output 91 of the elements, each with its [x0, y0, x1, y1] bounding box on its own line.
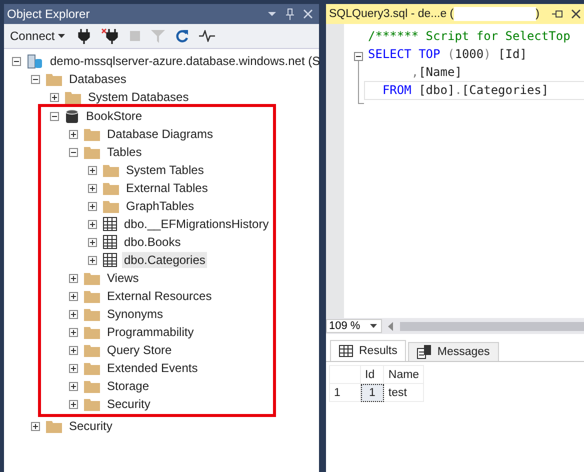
tree-item[interactable]: GraphTables	[124, 198, 196, 214]
tree-item[interactable]: Security	[67, 418, 114, 434]
folder-icon	[84, 325, 100, 339]
tree-item[interactable]: Synonyms	[105, 306, 166, 322]
expand-icon[interactable]	[69, 346, 78, 354]
expand-icon[interactable]	[88, 166, 97, 174]
expand-icon[interactable]	[88, 184, 97, 192]
close-icon[interactable]	[571, 9, 582, 19]
folder-icon	[84, 271, 100, 285]
expand-icon[interactable]	[69, 274, 78, 282]
collapse-icon[interactable]	[31, 74, 40, 84]
panel-title: Object Explorer	[7, 7, 90, 21]
folder-icon	[84, 145, 100, 159]
expand-icon[interactable]	[88, 220, 97, 228]
tree-item[interactable]: BookStore	[84, 108, 144, 124]
table-cell[interactable]: test	[384, 384, 424, 402]
folder-icon	[103, 163, 119, 177]
code-comment: /****** Script for SelectTop	[368, 29, 570, 43]
tree-item[interactable]: System Databases	[86, 89, 191, 105]
code-line: SELECT TOP (1000) [Id]	[368, 47, 527, 61]
results-tab[interactable]: Results	[330, 340, 406, 361]
table-icon	[103, 253, 117, 267]
tab-title[interactable]: SQLQuery3.sql - de...e (	[329, 8, 454, 20]
tree-item[interactable]: Query Store	[105, 342, 174, 358]
collapse-icon[interactable]	[354, 52, 363, 61]
code-line: FROM [dbo].[Categories]	[382, 83, 549, 97]
folder-icon	[84, 397, 100, 411]
tree-item[interactable]: dbo.Categories	[122, 252, 208, 268]
expand-icon[interactable]	[69, 364, 78, 372]
expand-icon[interactable]	[88, 202, 97, 210]
collapse-icon[interactable]	[12, 56, 21, 66]
folder-icon	[84, 343, 100, 357]
expand-icon[interactable]	[69, 292, 78, 300]
column-header[interactable]: Name	[384, 366, 424, 384]
tree-item[interactable]: dbo.Books	[122, 234, 183, 250]
folder-icon	[84, 307, 100, 321]
expand-icon[interactable]	[88, 256, 97, 264]
connect-button[interactable]: Connect	[10, 29, 65, 43]
caret-icon[interactable]	[58, 34, 65, 38]
caret-icon[interactable]	[370, 324, 377, 328]
code-line: ,[Name]	[411, 65, 462, 79]
folder-icon	[65, 90, 81, 104]
table-cell[interactable]: 1	[360, 384, 384, 402]
expand-icon[interactable]	[88, 238, 97, 246]
folder-icon	[103, 199, 119, 213]
scrollbar[interactable]	[400, 322, 584, 330]
tree-item[interactable]: Security	[105, 396, 152, 412]
table-icon	[103, 217, 117, 231]
expand-icon[interactable]	[69, 400, 78, 408]
tree-item[interactable]: Database Diagrams	[105, 126, 216, 142]
folder-icon	[103, 181, 119, 195]
expand-icon[interactable]	[69, 382, 78, 390]
plug-icon[interactable]	[76, 28, 91, 44]
folder-icon	[84, 127, 100, 141]
folder-icon	[84, 289, 100, 303]
tree-item[interactable]: Programmability	[105, 324, 196, 340]
scroll-left-icon[interactable]	[388, 322, 394, 330]
expand-icon[interactable]	[69, 328, 78, 336]
activity-icon[interactable]	[198, 30, 215, 42]
tree-item[interactable]: Tables	[105, 144, 144, 160]
expand-icon[interactable]	[69, 130, 78, 138]
folder-icon	[84, 379, 100, 393]
expand-icon[interactable]	[69, 310, 78, 318]
folder-icon	[46, 419, 62, 433]
column-header[interactable]: Id	[360, 366, 384, 384]
tree-item[interactable]: External Resources	[105, 288, 214, 304]
messages-icon[interactable]	[417, 345, 432, 359]
tree-item[interactable]: Extended Events	[105, 360, 200, 376]
results-tab[interactable]: Messages	[408, 342, 499, 361]
disconnect-icon[interactable]	[100, 28, 119, 44]
tree-item[interactable]: dbo.__EFMigrationsHistory	[122, 216, 271, 232]
folder-icon	[46, 72, 62, 86]
tree-item[interactable]: System Tables	[124, 162, 206, 178]
refresh-icon[interactable]	[174, 29, 189, 43]
expand-icon[interactable]	[31, 422, 40, 430]
zoom-dropdown[interactable]: 109 %	[326, 319, 382, 333]
tree-item[interactable]: Databases	[67, 71, 128, 87]
tree-item[interactable]: External Tables	[124, 180, 210, 196]
collapse-icon[interactable]	[50, 112, 59, 120]
tab-title[interactable]: )	[536, 8, 540, 20]
dropdown-icon[interactable]	[267, 10, 277, 18]
database-icon	[65, 108, 79, 124]
expand-icon[interactable]	[50, 92, 59, 102]
table-icon	[103, 235, 117, 249]
collapse-icon[interactable]	[69, 148, 78, 156]
folder-icon	[84, 361, 100, 375]
server-icon	[27, 53, 43, 69]
grid-icon[interactable]	[339, 345, 353, 357]
pin-icon[interactable]	[551, 9, 564, 19]
tree-item[interactable]: Storage	[105, 378, 152, 394]
tree-item[interactable]: Views	[105, 270, 141, 286]
